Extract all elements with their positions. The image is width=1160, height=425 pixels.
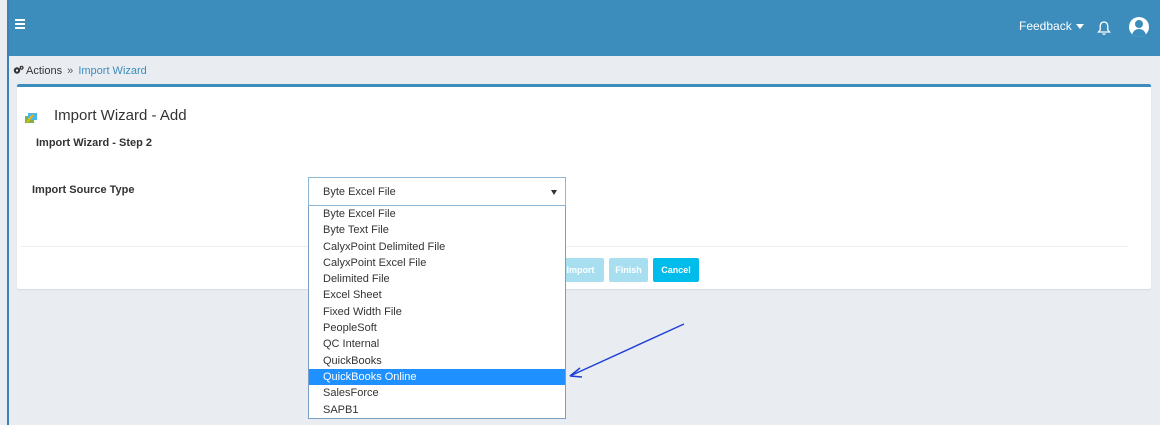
chevron-down-icon <box>551 190 557 195</box>
step-title: Import Wizard - Step 2 <box>36 137 153 149</box>
breadcrumb-root[interactable]: Actions <box>26 65 62 77</box>
breadcrumb-separator: » <box>67 65 74 77</box>
page-title: Import Wizard - Add <box>54 107 187 124</box>
breadcrumb: Actions » Import Wizard <box>13 65 147 77</box>
top-navbar: Feedback <box>9 0 1160 56</box>
cancel-button[interactable]: Cancel <box>653 258 699 282</box>
finish-button[interactable]: Finish <box>609 258 648 282</box>
feedback-dropdown[interactable]: Feedback <box>1019 19 1084 33</box>
option-delimited-file[interactable]: Delimited File <box>309 271 565 287</box>
import-source-type-label: Import Source Type <box>32 184 135 196</box>
option-salesforce[interactable]: SalesForce <box>309 385 565 401</box>
option-peoplesoft[interactable]: PeopleSoft <box>309 320 565 336</box>
option-excel-sheet[interactable]: Excel Sheet <box>309 287 565 303</box>
option-sapb1[interactable]: SAPB1 <box>309 402 565 418</box>
option-calyxpoint-delimited-file[interactable]: CalyxPoint Delimited File <box>309 239 565 255</box>
annotation-arrow-icon <box>569 323 685 378</box>
caret-down-icon <box>1075 24 1084 30</box>
divider <box>21 246 1128 247</box>
breadcrumb-current[interactable]: Import Wizard <box>78 65 146 77</box>
hamburger-icon[interactable] <box>15 19 25 29</box>
option-quickbooks[interactable]: QuickBooks <box>309 353 565 369</box>
import-wizard-panel: Import Wizard - Add Import Wizard - Step… <box>17 84 1151 289</box>
option-byte-excel-file[interactable]: Byte Excel File <box>309 206 565 222</box>
import-source-type-select[interactable]: Byte Excel File <box>308 177 566 206</box>
feedback-label: Feedback <box>1019 19 1072 33</box>
left-border <box>7 0 9 425</box>
bell-icon[interactable] <box>1097 20 1111 36</box>
user-avatar-icon[interactable] <box>1129 17 1149 37</box>
option-byte-text-file[interactable]: Byte Text File <box>309 222 565 238</box>
app-frame: Feedback Actions » Import Wizard Import … <box>0 0 1160 425</box>
gears-icon <box>13 65 24 74</box>
option-calyxpoint-excel-file[interactable]: CalyxPoint Excel File <box>309 255 565 271</box>
select-value: Byte Excel File <box>323 186 396 198</box>
option-qc-internal[interactable]: QC Internal <box>309 336 565 352</box>
option-quickbooks-online[interactable]: QuickBooks Online <box>309 368 565 386</box>
import-source-type-dropdown: Byte Excel File Byte Text File CalyxPoin… <box>308 206 566 419</box>
option-fixed-width-file[interactable]: Fixed Width File <box>309 304 565 320</box>
import-wizard-icon <box>25 113 37 123</box>
